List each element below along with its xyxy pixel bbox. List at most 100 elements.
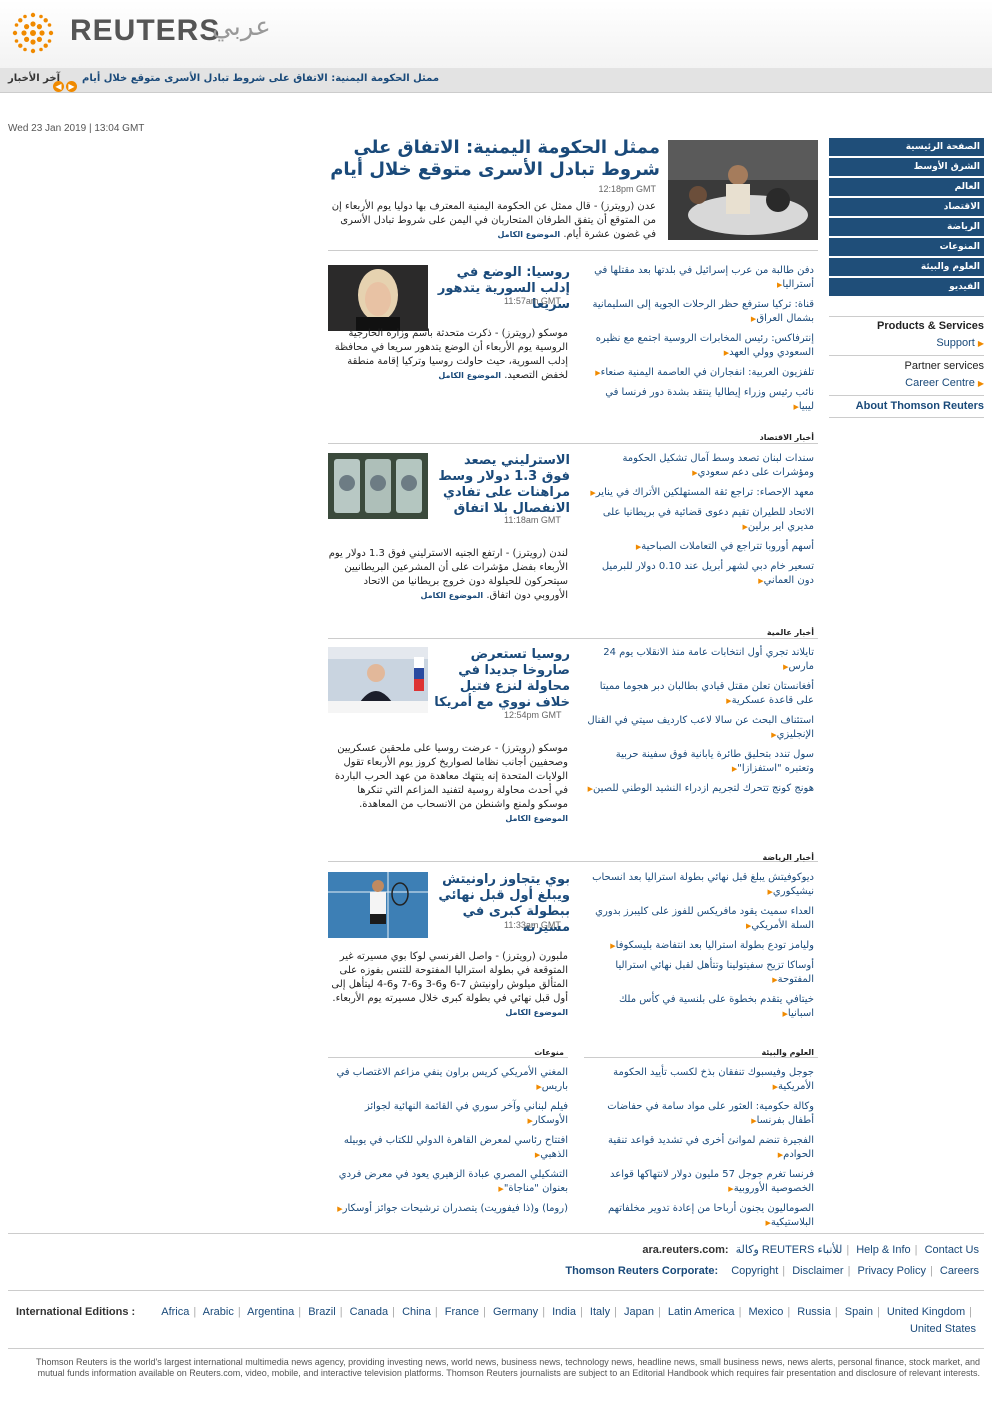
reuters-logo-icon[interactable] [10,10,56,56]
page-datetime: Wed 23 Jan 2019 | 13:04 GMT [8,123,145,134]
list-item[interactable]: جوجل وفيسبوك تنفقان بذخ لكسب تأييد الحكو… [584,1066,814,1094]
support-link[interactable]: Support ▶ [936,337,984,349]
edition-link[interactable]: Mexico [748,1306,783,1318]
ticker-prev-icon[interactable]: ◀ [53,81,64,92]
list-item-text: معهد الإحصاء: تراجع ثقة المستهلكين الأتر… [595,487,814,498]
list-item[interactable]: إنترفاكس: رئيس المخابرات الروسية اجتمع م… [584,332,814,360]
list-item[interactable]: الصوماليون يجنون أرباحا من إعادة تدوير م… [584,1202,814,1230]
list-item[interactable]: تلفزيون العربية: انفجاران في العاصمة الي… [584,366,814,380]
edition-link[interactable]: Japan [624,1306,654,1318]
divider [328,638,818,639]
list-item-text: فرنسا تغرم جوجل 57 مليون دولار لانتهاكها… [610,1169,814,1194]
edition-link[interactable]: United States [910,1323,976,1335]
story-photo[interactable] [328,872,428,938]
nav-item-misc[interactable]: المنوعات [829,238,984,256]
list-item[interactable]: قناة: تركيا سترفع حظر الرحلات الجوية إلى… [584,298,814,326]
edition-link[interactable]: United Kingdom [887,1306,965,1318]
about-link[interactable]: About Thomson Reuters [856,400,984,412]
world-heading[interactable]: أخبار عالمية [584,628,814,637]
footer-contact-link[interactable]: Contact Us [925,1244,979,1256]
list-item[interactable]: (روما) و(ذا فيفوريت) يتصدران ترشيحات جوا… [328,1202,568,1216]
more-link[interactable]: الموضوع الكامل [421,591,484,600]
lead-story-photo[interactable] [668,140,818,240]
list-item[interactable]: ديوكوفيتش يبلغ قبل نهائي بطولة استراليا … [584,871,814,899]
economy-heading[interactable]: أخبار الاقتصاد [584,433,814,442]
story-title[interactable]: الاسترليني يصعد فوق 1.3 دولار وسط مراهنا… [432,453,570,517]
divider [829,417,984,418]
separator: | [782,1265,786,1277]
list-item[interactable]: نائب رئيس وزراء إيطاليا ينتقد بشدة دور ف… [584,386,814,414]
misc-heading[interactable]: منوعات [328,1048,564,1057]
edition-link[interactable]: Argentina [247,1306,294,1318]
list-item[interactable]: خيتافي يتقدم بخطوة على بلنسية في كأس ملك… [584,993,814,1021]
list-item[interactable]: هونج كونج تتحرك لتجريم ازدراء النشيد الو… [584,782,814,796]
nav-item-middle-east[interactable]: الشرق الأوسط [829,158,984,176]
list-item[interactable]: الاتحاد للطيران تقيم دعوى قضائية في بريط… [584,506,814,534]
footer-disclaimer-link[interactable]: Disclaimer [792,1265,843,1277]
story-photo[interactable] [328,453,428,519]
list-item[interactable]: تايلاند تجري أول انتخابات عامة منذ الانق… [584,646,814,674]
list-item[interactable]: استئناف البحث عن سالا لاعب كارديف سيتي ف… [584,714,814,742]
ticker-headline[interactable]: ممثل الحكومة اليمنية: الاتفاق على شروط ت… [82,73,439,84]
edition-link[interactable]: France [445,1306,479,1318]
nav-item-video[interactable]: الفيديو [829,278,984,296]
edition-link[interactable]: Spain [845,1306,873,1318]
career-link[interactable]: Career Centre ▶ [905,377,984,389]
list-item[interactable]: التشكيلي المصري عبادة الزهيري يعود في مع… [328,1168,568,1196]
list-item[interactable]: المغني الأمريكي كريس براون ينفي مزاعم ال… [328,1066,568,1094]
story-time: 11:57am GMT [504,296,561,306]
more-link[interactable]: الموضوع الكامل [505,1008,568,1017]
footer-divider [8,1233,984,1234]
edition-link[interactable]: Latin America [668,1306,735,1318]
story-photo[interactable] [328,647,428,713]
edition-link[interactable]: Germany [493,1306,538,1318]
edition-link[interactable]: Canada [350,1306,389,1318]
footer-copyright-link[interactable]: Copyright [731,1265,778,1277]
footer-help-link[interactable]: Help & Info [856,1244,910,1256]
edition-link[interactable]: India [552,1306,576,1318]
nav-item-world[interactable]: العالم [829,178,984,196]
edition-link[interactable]: Italy [590,1306,610,1318]
logo-wordmark[interactable]: REUTERS [70,14,220,48]
list-item-text: سندات لبنان تصعد وسط آمال تشكيل الحكومة … [622,453,814,478]
nav-item-economy[interactable]: الاقتصاد [829,198,984,216]
ticker-next-icon[interactable]: ▶ [66,81,77,92]
sports-heading[interactable]: أخبار الرياضة [584,853,814,862]
science-heading[interactable]: العلوم والبيئة [584,1048,814,1057]
lead-story-title[interactable]: ممثل الحكومة اليمنية: الاتفاق على شروط ت… [330,137,660,181]
edition-link[interactable]: Brazil [308,1306,336,1318]
list-item[interactable]: أسهم أوروبا تتراجع في التعاملات الصباحية… [584,540,814,554]
edition-link[interactable]: Arabic [203,1306,234,1318]
list-item[interactable]: أوساكا تزيح سفيتولينا وتتأهل لقبل نهائي … [584,959,814,987]
list-item[interactable]: الفجيرة تنضم لموانئ أخرى في تشديد قواعد … [584,1134,814,1162]
list-item[interactable]: سندات لبنان تصعد وسط آمال تشكيل الحكومة … [584,452,814,480]
middle-east-list: دفن طالبة من عرب إسرائيل في بلدتها بعد م… [584,264,814,420]
list-item[interactable]: افتتاح رئاسي لمعرض القاهرة الدولي للكتاب… [328,1134,568,1162]
list-item[interactable]: وليامز تودع بطولة استراليا بعد انتفاضة ب… [584,939,814,953]
footer-careers-link[interactable]: Careers [940,1265,979,1277]
lead-more-link[interactable]: الموضوع الكامل [498,230,561,239]
edition-link[interactable]: Africa [161,1306,189,1318]
nav-item-science[interactable]: العلوم والبيئة [829,258,984,276]
list-item[interactable]: وكالة حكومية: العثور على مواد سامة في حف… [584,1100,814,1128]
footer-agency-link[interactable]: وكالة REUTERS للأنباء [736,1244,843,1256]
story-body: موسكو (رويترز) - عرضت روسيا على ملحقين ع… [328,742,568,826]
more-link[interactable]: الموضوع الكامل [505,814,568,823]
nav-item-home[interactable]: الصفحة الرئيسية [829,138,984,156]
more-link[interactable]: الموضوع الكامل [438,371,501,380]
list-item[interactable]: العداء سميث يقود مافريكس للفوز على كليبر… [584,905,814,933]
list-item[interactable]: فيلم لبناني وآخر سوري في القائمة النهائي… [328,1100,568,1128]
list-item[interactable]: أفغانستان تعلن مقتل قيادي بطالبان دبر هج… [584,680,814,708]
list-item[interactable]: فرنسا تغرم جوجل 57 مليون دولار لانتهاكها… [584,1168,814,1196]
footer-privacy-link[interactable]: Privacy Policy [857,1265,925,1277]
list-item[interactable]: سول تندد بتحليق طائرة يابانية فوق سفينة … [584,748,814,776]
list-item[interactable]: دفن طالبة من عرب إسرائيل في بلدتها بعد م… [584,264,814,292]
list-item[interactable]: تسعير خام دبي لشهر أبريل عند 0.10 دولار … [584,560,814,588]
list-item[interactable]: معهد الإحصاء: تراجع ثقة المستهلكين الأتر… [584,486,814,500]
story-photo[interactable] [328,265,428,331]
arrow-icon: ▶ [977,339,984,348]
story-title[interactable]: روسيا تستعرض صاروخا جديدا في محاولة لنزع… [432,647,570,711]
edition-link[interactable]: Russia [797,1306,831,1318]
edition-link[interactable]: China [402,1306,431,1318]
nav-item-sports[interactable]: الرياضة [829,218,984,236]
